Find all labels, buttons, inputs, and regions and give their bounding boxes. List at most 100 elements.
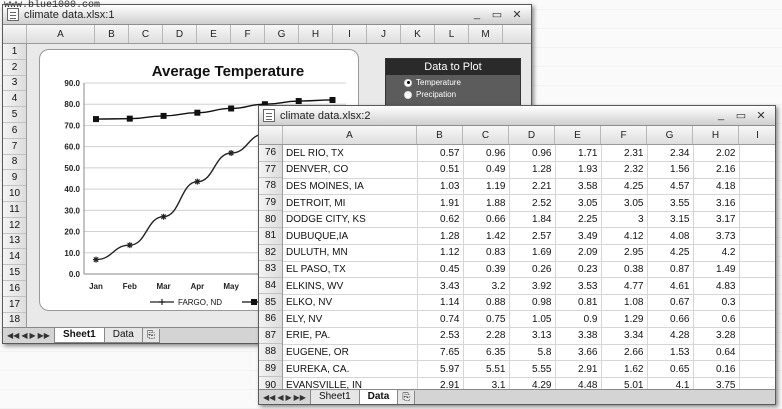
value-cell[interactable]: 5.55 <box>509 360 556 378</box>
value-cell[interactable]: 1.08 <box>601 294 648 312</box>
city-cell[interactable]: EUREKA, CA. <box>283 360 418 378</box>
value-cell[interactable]: 3 <box>601 211 648 229</box>
value-cell[interactable]: 2.57 <box>509 227 556 246</box>
value-cell[interactable]: 0.83 <box>463 244 510 262</box>
close-button[interactable]: ✕ <box>511 8 523 21</box>
row-header[interactable]: 86 <box>259 311 282 328</box>
row-header[interactable]: 81 <box>259 228 282 245</box>
prev-sheet-nav-icon[interactable]: ◀ <box>21 331 27 340</box>
value-cell[interactable]: 4.08 <box>647 227 694 246</box>
precipitation-option[interactable]: Precipation <box>386 87 520 99</box>
last-sheet-nav-icon[interactable]: ▶▶ <box>38 331 50 340</box>
row-header[interactable]: 7 <box>3 139 26 155</box>
city-cell[interactable]: DEL RIO, TX <box>283 145 418 163</box>
tab-sheet1[interactable]: Sheet1 <box>53 328 105 343</box>
column-header[interactable]: I <box>739 126 775 144</box>
minimize-button[interactable]: _ <box>471 8 483 21</box>
value-cell[interactable]: 0.39 <box>463 261 510 279</box>
value-cell[interactable]: 1.14 <box>417 294 464 312</box>
value-cell[interactable]: 1.93 <box>555 161 602 179</box>
value-cell[interactable]: 5.97 <box>417 360 464 378</box>
row-header[interactable]: 87 <box>259 328 282 345</box>
value-cell[interactable]: 0.98 <box>509 294 556 312</box>
empty-cell[interactable] <box>739 294 775 312</box>
insert-sheet-icon[interactable]: ⎘ <box>397 391 416 404</box>
value-cell[interactable]: 2.02 <box>693 145 740 163</box>
value-cell[interactable]: 1.69 <box>509 244 556 262</box>
city-cell[interactable]: DUBUQUE,IA <box>283 227 418 246</box>
maximize-button[interactable]: ▭ <box>491 8 503 21</box>
value-cell[interactable]: 2.09 <box>555 244 602 262</box>
empty-cell[interactable] <box>739 194 775 212</box>
column-header[interactable]: A <box>283 126 417 144</box>
value-cell[interactable]: 0.57 <box>417 145 464 163</box>
value-cell[interactable]: 2.53 <box>417 327 464 345</box>
city-cell[interactable]: ELY, NV <box>283 310 418 329</box>
city-cell[interactable]: DETROIT, MI <box>283 194 418 212</box>
workbook-window-2[interactable]: climate data.xlsx:2 _ ▭ ✕ A B C D E F G … <box>258 105 776 405</box>
value-cell[interactable]: 1.91 <box>417 194 464 212</box>
city-cell[interactable]: ELKINS, WV <box>283 277 418 295</box>
empty-cell[interactable] <box>739 211 775 229</box>
value-cell[interactable]: 0.74 <box>417 310 464 329</box>
value-cell[interactable]: 0.81 <box>555 294 602 312</box>
row-header[interactable]: 89 <box>259 361 282 378</box>
value-cell[interactable]: 3.17 <box>693 211 740 229</box>
value-cell[interactable]: 0.96 <box>463 145 510 163</box>
row-header[interactable]: 10 <box>3 186 26 202</box>
value-cell[interactable]: 0.88 <box>463 294 510 312</box>
temperature-option[interactable]: Temperature <box>386 75 520 87</box>
row-header[interactable]: 4 <box>3 91 26 108</box>
value-cell[interactable]: 4.12 <box>601 227 648 246</box>
row-header[interactable]: 14 <box>3 249 26 266</box>
radio-selected-icon[interactable] <box>404 78 412 87</box>
empty-cell[interactable] <box>739 277 775 295</box>
value-cell[interactable]: 1.88 <box>463 194 510 212</box>
value-cell[interactable]: 4.83 <box>693 277 740 295</box>
row-header[interactable]: 82 <box>259 245 282 262</box>
tab-data[interactable]: Data <box>103 328 143 343</box>
value-cell[interactable]: 1.19 <box>463 178 510 196</box>
column-header[interactable]: C <box>129 25 163 43</box>
value-cell[interactable]: 3.34 <box>601 327 648 345</box>
value-cell[interactable]: 3.05 <box>555 194 602 212</box>
value-cell[interactable]: 3.15 <box>647 211 694 229</box>
value-cell[interactable]: 2.91 <box>555 360 602 378</box>
empty-cell[interactable] <box>739 178 775 196</box>
value-cell[interactable]: 3.53 <box>555 277 602 295</box>
value-cell[interactable]: 0.66 <box>647 310 694 329</box>
value-cell[interactable]: 1.29 <box>601 310 648 329</box>
value-cell[interactable]: 7.65 <box>417 344 464 362</box>
column-header[interactable]: G <box>265 25 299 43</box>
row-header[interactable]: 2 <box>3 60 26 76</box>
value-cell[interactable]: 0.75 <box>463 310 510 329</box>
value-cell[interactable]: 1.03 <box>417 178 464 196</box>
row-header[interactable]: 11 <box>3 202 26 218</box>
row-header[interactable]: 88 <box>259 344 282 361</box>
value-cell[interactable]: 1.62 <box>601 360 648 378</box>
value-cell[interactable]: 0.65 <box>647 360 694 378</box>
empty-cell[interactable] <box>739 244 775 262</box>
value-cell[interactable]: 0.96 <box>509 145 556 163</box>
column-header[interactable]: G <box>647 126 693 144</box>
value-cell[interactable]: 1.28 <box>417 227 464 246</box>
value-cell[interactable]: 2.52 <box>509 194 556 212</box>
value-cell[interactable]: 2.31 <box>601 145 648 163</box>
column-header[interactable]: A <box>27 25 95 43</box>
value-cell[interactable]: 5.8 <box>509 344 556 362</box>
city-cell[interactable]: DODGE CITY, KS <box>283 211 418 229</box>
city-cell[interactable]: ELKO, NV <box>283 294 418 312</box>
value-cell[interactable]: 3.58 <box>555 178 602 196</box>
minimize-button[interactable]: _ <box>715 109 727 122</box>
value-cell[interactable]: 1.42 <box>463 227 510 246</box>
value-cell[interactable]: 1.84 <box>509 211 556 229</box>
value-cell[interactable]: 1.12 <box>417 244 464 262</box>
value-cell[interactable]: 2.95 <box>601 244 648 262</box>
empty-cell[interactable] <box>739 161 775 179</box>
empty-cell[interactable] <box>739 261 775 279</box>
value-cell[interactable]: 1.53 <box>647 344 694 362</box>
row-header[interactable]: 78 <box>259 178 282 195</box>
tab-sheet1[interactable]: Sheet1 <box>309 390 360 404</box>
value-cell[interactable]: 1.05 <box>509 310 556 329</box>
value-cell[interactable]: 1.28 <box>509 161 556 179</box>
